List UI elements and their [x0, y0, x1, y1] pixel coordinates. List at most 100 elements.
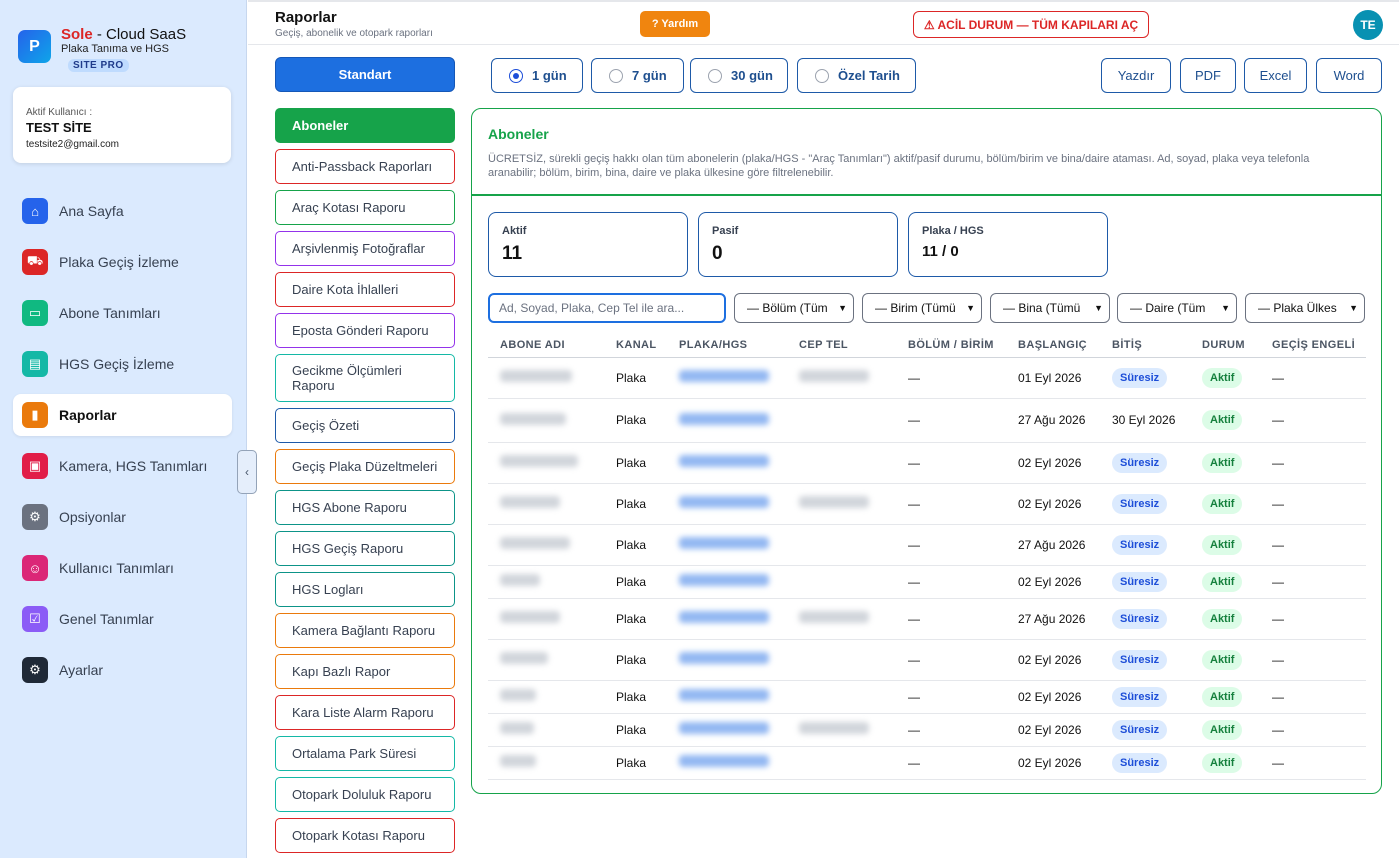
avatar[interactable]: TE: [1353, 10, 1383, 40]
cell-bitis-badge: Süresiz: [1112, 686, 1168, 707]
report-item[interactable]: Geçiş Özeti: [275, 408, 455, 443]
report-item[interactable]: Geçiş Plaka Düzeltmeleri: [275, 449, 455, 484]
range-option[interactable]: Özel Tarih: [797, 58, 916, 93]
cell-bitis: Süresiz: [1100, 639, 1190, 681]
col-bolum-birim[interactable]: BÖLÜM / BİRİM: [896, 333, 1006, 358]
subscribers-table: ABONE ADI KANAL PLAKA/HGS CEP TEL BÖLÜM …: [488, 333, 1366, 780]
table-row[interactable]: Plaka —02 Eyl 2026 Süresiz Aktif —: [488, 565, 1366, 599]
cell-plaka: [667, 680, 787, 714]
col-plaka-hgs[interactable]: PLAKA/HGS: [667, 333, 787, 358]
cell-durum-badge: Aktif: [1202, 752, 1243, 773]
nav-item-ana-sayfa[interactable]: ⌂ Ana Sayfa: [13, 190, 232, 232]
cell-bolum-birim: —: [896, 357, 1006, 399]
table-row[interactable]: Plaka —27 Ağu 2026 30 Eyl 2026 Aktif —: [488, 398, 1366, 443]
export-button[interactable]: Word: [1316, 58, 1382, 93]
search-input[interactable]: [488, 293, 726, 323]
car-icon: ⛟: [22, 249, 48, 275]
redacted-value: [500, 611, 560, 623]
report-item[interactable]: Anti-Passback Raporları: [275, 149, 455, 184]
cell-durum: Aktif: [1190, 598, 1260, 640]
redacted-value: [500, 722, 534, 734]
nav-item-opsiyonlar[interactable]: ⚙ Opsiyonlar: [13, 496, 232, 538]
export-button[interactable]: Excel: [1244, 58, 1307, 93]
range-option[interactable]: 7 gün: [591, 58, 684, 93]
export-button[interactable]: PDF: [1180, 58, 1236, 93]
report-item[interactable]: HGS Logları: [275, 572, 455, 607]
report-item[interactable]: Kapı Bazlı Rapor: [275, 654, 455, 689]
stat-passive: Pasif 0: [698, 212, 898, 277]
range-option[interactable]: 1 gün: [491, 58, 583, 93]
page-subtitle: Geçiş, abonelik ve otopark raporları: [275, 28, 433, 39]
filter-value: — Bölüm (Tüm: [747, 301, 828, 315]
col-bitis[interactable]: BİTİŞ: [1100, 333, 1190, 358]
col-gecis-engeli[interactable]: GEÇİŞ ENGELİ: [1260, 333, 1366, 358]
table-row[interactable]: Plaka —02 Eyl 2026 Süresiz Aktif —: [488, 639, 1366, 681]
report-item[interactable]: Arşivlenmiş Fotoğraflar: [275, 231, 455, 266]
report-item[interactable]: Otopark Doluluk Raporu: [275, 777, 455, 812]
filter-birim-select[interactable]: — Birim (Tümü ▼: [862, 293, 982, 323]
report-item[interactable]: Ortalama Park Süresi: [275, 736, 455, 771]
range-label: 1 gün: [532, 68, 567, 83]
nav-item-raporlar[interactable]: ▮ Raporlar: [13, 394, 232, 436]
cell-durum: Aktif: [1190, 442, 1260, 484]
nav-item-ayarlar[interactable]: ⚙ Ayarlar: [13, 649, 232, 691]
report-item[interactable]: Kamera Bağlantı Raporu: [275, 613, 455, 648]
cell-abone-adi: [488, 483, 604, 525]
report-item[interactable]: HGS Abone Raporu: [275, 490, 455, 525]
cell-durum: Aktif: [1190, 746, 1260, 780]
nav-item-kullanıcı-tanımları[interactable]: ☺ Kullanıcı Tanımları: [13, 547, 232, 589]
page-title: Raporlar: [275, 9, 337, 26]
report-item[interactable]: Gecikme Ölçümleri Raporu: [275, 354, 455, 402]
report-item[interactable]: HGS Geçiş Raporu: [275, 531, 455, 566]
sidebar-collapse-button[interactable]: ‹: [237, 450, 257, 494]
filter-bina-select[interactable]: — Bina (Tümü ▼: [990, 293, 1110, 323]
stat-label: Plaka / HGS: [922, 225, 984, 237]
table-row[interactable]: Plaka —02 Eyl 2026 Süresiz Aktif —: [488, 483, 1366, 525]
stat-label: Aktif: [502, 225, 527, 237]
cell-gecis-engeli: —: [1260, 398, 1366, 443]
radio-icon: [815, 68, 829, 83]
table-row[interactable]: Plaka —27 Ağu 2026 Süresiz Aktif —: [488, 524, 1366, 566]
table-row[interactable]: Plaka —02 Eyl 2026 Süresiz Aktif —: [488, 680, 1366, 714]
nav-item-genel-tanımlar[interactable]: ☑ Genel Tanımlar: [13, 598, 232, 640]
filter-bolum-select[interactable]: — Bölüm (Tüm ▼: [734, 293, 854, 323]
chevron-down-icon: ▼: [966, 303, 975, 313]
col-kanal[interactable]: KANAL: [604, 333, 667, 358]
nav-item-kamera-hgs-tanımları[interactable]: ▣ Kamera, HGS Tanımları: [13, 445, 232, 487]
settings-icon: ⚙: [22, 657, 48, 683]
table-row[interactable]: Plaka —27 Ağu 2026 Süresiz Aktif —: [488, 598, 1366, 640]
report-item[interactable]: Aboneler: [275, 108, 455, 143]
col-abone-adi[interactable]: ABONE ADI: [488, 333, 604, 358]
export-button[interactable]: Yazdır: [1101, 58, 1171, 93]
cell-cep-tel: [787, 713, 896, 747]
table-row[interactable]: Plaka —02 Eyl 2026 Süresiz Aktif —: [488, 442, 1366, 484]
filter-daire-select[interactable]: — Daire (Tüm ▼: [1117, 293, 1237, 323]
cell-cep-tel: [787, 680, 896, 714]
help-button[interactable]: ? Yardım: [640, 11, 710, 37]
nav-item-abone-tanımları[interactable]: ▭ Abone Tanımları: [13, 292, 232, 334]
cell-bolum-birim: —: [896, 398, 1006, 443]
range-option[interactable]: 30 gün: [690, 58, 788, 93]
standard-reports-button[interactable]: Standart: [275, 57, 455, 92]
stat-value: 11: [502, 243, 523, 264]
redacted-value: [679, 689, 769, 701]
plan-badge: SITE PRO: [68, 59, 129, 72]
col-baslangic[interactable]: BAŞLANGIÇ: [1006, 333, 1100, 358]
report-item[interactable]: Daire Kota İhlalleri: [275, 272, 455, 307]
report-item[interactable]: Otopark Kotası Raporu: [275, 818, 455, 853]
report-item[interactable]: Kara Liste Alarm Raporu: [275, 695, 455, 730]
table-row[interactable]: Plaka —02 Eyl 2026 Süresiz Aktif —: [488, 713, 1366, 747]
report-item[interactable]: Eposta Gönderi Raporu: [275, 313, 455, 348]
report-item[interactable]: Araç Kotası Raporu: [275, 190, 455, 225]
col-cep-tel[interactable]: CEP TEL: [787, 333, 896, 358]
table-row[interactable]: Plaka —01 Eyl 2026 Süresiz Aktif —: [488, 357, 1366, 399]
cell-cep-tel: [787, 639, 896, 681]
col-durum[interactable]: DURUM: [1190, 333, 1260, 358]
nav-item-hgs-geçiş-i-zleme[interactable]: ▤ HGS Geçiş İzleme: [13, 343, 232, 385]
nav-item-plaka-geçiş-i-zleme[interactable]: ⛟ Plaka Geçiş İzleme: [13, 241, 232, 283]
cell-abone-adi: [488, 746, 604, 780]
table-row[interactable]: Plaka —02 Eyl 2026 Süresiz Aktif —: [488, 746, 1366, 780]
filter-plaka-ulkesi-select[interactable]: — Plaka Ülkes ▼: [1245, 293, 1365, 323]
report-panel: Aboneler ÜCRETSİZ, sürekli geçiş hakkı o…: [471, 108, 1382, 794]
emergency-open-all-button[interactable]: ⚠ ACİL DURUM — TÜM KAPILARI AÇ: [913, 11, 1149, 38]
